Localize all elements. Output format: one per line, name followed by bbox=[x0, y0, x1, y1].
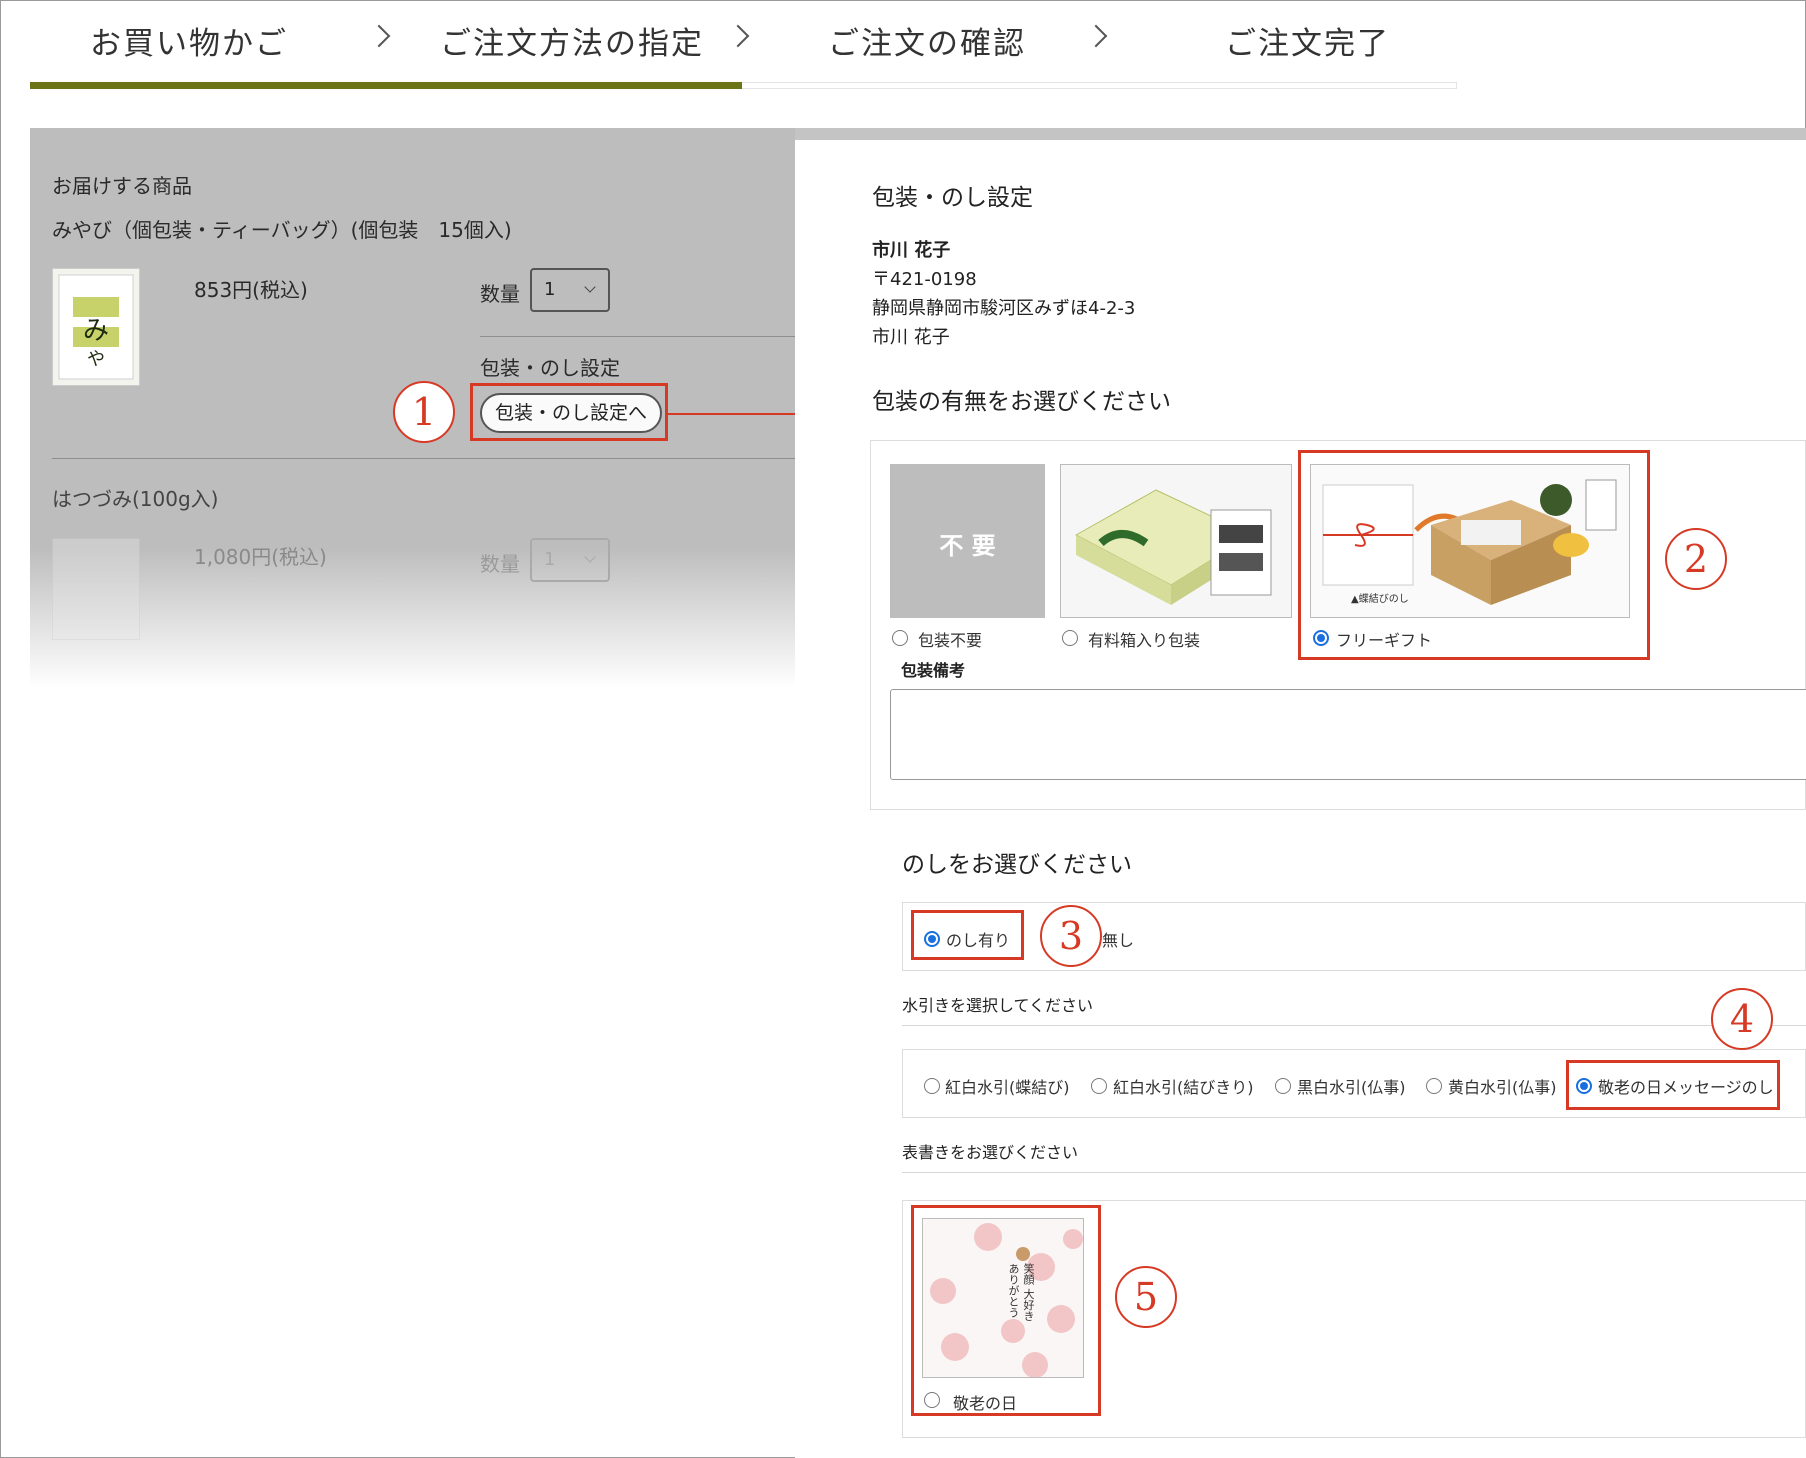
chevron-down-icon bbox=[584, 551, 596, 563]
wrap-none-tile[interactable]: 不 要 bbox=[890, 464, 1045, 618]
mizuhiki-option-radio[interactable] bbox=[1426, 1078, 1442, 1094]
product-name: みやび（個包装・ティーバッグ）(個包装 15個入) bbox=[52, 218, 512, 242]
mizuhiki-option-radio[interactable] bbox=[924, 1078, 940, 1094]
mizuhiki-heading: 水引きを選択してください bbox=[902, 996, 1094, 1015]
mizuhiki-option-radio[interactable] bbox=[1275, 1078, 1291, 1094]
noshi-options-box bbox=[902, 902, 1806, 971]
chevron-down-icon bbox=[584, 281, 596, 293]
callout-highlight-2 bbox=[1298, 450, 1650, 660]
mizuhiki-option-label: 黒白水引(仏事) bbox=[1297, 1078, 1406, 1097]
product-price: 853円(税込) bbox=[194, 278, 308, 302]
divider bbox=[902, 1025, 1806, 1026]
callout-number-2: 2 bbox=[1665, 528, 1727, 590]
svg-text:み: み bbox=[83, 316, 109, 346]
wrap-none-radio[interactable] bbox=[892, 630, 908, 646]
product-image-miyabi: み や bbox=[52, 268, 140, 386]
progress-fill bbox=[30, 82, 742, 89]
tea-package-icon: み や bbox=[58, 274, 134, 380]
mizuhiki-option-label: 紅白水引(蝶結び) bbox=[945, 1078, 1070, 1097]
callout-number-5: 5 bbox=[1115, 1266, 1177, 1328]
modal-top-shade bbox=[795, 128, 1806, 140]
recipient-name-2: 市川 花子 bbox=[872, 327, 950, 348]
divider bbox=[52, 458, 795, 459]
wrap-settings-label: 包装・のし設定 bbox=[480, 356, 620, 380]
callout-highlight-3 bbox=[911, 910, 1024, 960]
divider bbox=[902, 1172, 1806, 1173]
gift-box-icon bbox=[1061, 465, 1291, 617]
noshi-no-label: 無し bbox=[1102, 931, 1135, 950]
callout-arrow bbox=[667, 413, 812, 415]
wrap-none-text: 不 要 bbox=[939, 532, 996, 560]
quantity-label: 数量 bbox=[480, 282, 520, 306]
wrapping-heading: 包装の有無をお選びください bbox=[872, 389, 1171, 415]
callout-number-1: 1 bbox=[393, 381, 455, 443]
wrap-note-textarea[interactable] bbox=[890, 689, 1806, 780]
step-order-complete: ご注文完了 bbox=[1225, 26, 1390, 62]
wrap-boxed-radio[interactable] bbox=[1062, 630, 1078, 646]
product-name-2: はつづみ(100g入) bbox=[52, 487, 219, 511]
callout-number-3: 3 bbox=[1040, 905, 1102, 967]
product-image-hatsuzumi bbox=[52, 538, 140, 640]
modal-title: 包装・のし設定 bbox=[872, 185, 1033, 211]
omote-heading: 表書きをお選びください bbox=[902, 1143, 1079, 1162]
callout-highlight-1 bbox=[470, 383, 668, 441]
wrap-note-label: 包装備考 bbox=[901, 661, 966, 680]
mizuhiki-option-radio[interactable] bbox=[1091, 1078, 1107, 1094]
quantity-value-2: 1 bbox=[544, 549, 556, 570]
mizuhiki-option-label: 黄白水引(仏事) bbox=[1448, 1078, 1557, 1097]
step-order-method: ご注文方法の指定 bbox=[440, 26, 704, 62]
noshi-heading: のしをお選びください bbox=[902, 852, 1132, 878]
quantity-select-2[interactable]: 1 bbox=[530, 538, 610, 582]
callout-number-4: 4 bbox=[1711, 988, 1773, 1050]
recipient-address: 静岡県静岡市駿河区みずほ4-2-3 bbox=[872, 298, 1136, 319]
recipient-name: 市川 花子 bbox=[872, 240, 951, 261]
step-cart: お買い物かご bbox=[90, 26, 288, 62]
section-title: お届けする商品 bbox=[52, 174, 192, 198]
divider bbox=[480, 336, 795, 337]
step-order-confirm: ご注文の確認 bbox=[828, 26, 1026, 62]
wrap-boxed-tile[interactable] bbox=[1060, 464, 1292, 618]
mizuhiki-option-label: 紅白水引(結びきり) bbox=[1113, 1078, 1254, 1097]
quantity-value: 1 bbox=[544, 279, 556, 300]
product-price-2: 1,080円(税込) bbox=[194, 545, 327, 569]
svg-text:や: や bbox=[87, 349, 105, 370]
quantity-label-2: 数量 bbox=[480, 552, 520, 576]
quantity-select[interactable]: 1 bbox=[530, 268, 610, 312]
wrap-none-label: 包装不要 bbox=[918, 631, 983, 650]
wrap-boxed-label: 有料箱入り包装 bbox=[1088, 631, 1201, 650]
recipient-postal: 〒421-0198 bbox=[872, 269, 977, 290]
callout-highlight-4 bbox=[1566, 1060, 1780, 1110]
callout-highlight-5 bbox=[911, 1205, 1101, 1416]
